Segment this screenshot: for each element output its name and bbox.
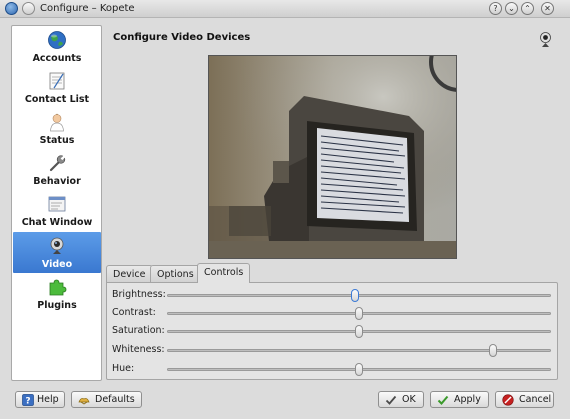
sidebar-item-contact-list[interactable]: Contact List: [13, 67, 101, 108]
title-bar: Configure – Kopete ? ⌄ ⌃ ✕: [0, 0, 570, 18]
sidebar-item-video[interactable]: Video: [13, 232, 101, 273]
brightness-slider[interactable]: [351, 289, 360, 302]
apply-button-label: Apply: [454, 394, 481, 405]
cancel-button[interactable]: Cancel: [495, 391, 554, 408]
kopete-app-icon[interactable]: [5, 2, 18, 15]
sidebar-item-label: Behavior: [33, 176, 81, 187]
contrast-label: Contrast:: [112, 307, 156, 318]
chat-window-icon: [48, 196, 66, 212]
brightness-label: Brightness:: [112, 289, 166, 300]
tab-controls[interactable]: Controls: [197, 263, 251, 283]
check-icon: [385, 395, 397, 405]
webcam-icon: [540, 32, 551, 47]
saturation-slider[interactable]: [355, 325, 363, 338]
tab-label: Device: [113, 269, 146, 280]
brightness-row: Brightness:: [107, 286, 557, 304]
ok-button-label: OK: [402, 394, 416, 405]
cancel-button-label: Cancel: [519, 394, 552, 405]
whiteness-slider[interactable]: [489, 344, 498, 357]
tab-label: Options: [157, 269, 194, 280]
defaults-button-label: Defaults: [95, 394, 135, 405]
hue-slider[interactable]: [355, 363, 363, 376]
ok-button[interactable]: OK: [378, 391, 424, 408]
cancel-icon: [502, 394, 514, 406]
sidebar-item-label: Accounts: [32, 53, 82, 64]
check-icon: [437, 395, 449, 405]
contrast-row: Contrast:: [107, 304, 557, 322]
sidebar-item-label: Video: [41, 259, 73, 270]
close-button[interactable]: ✕: [541, 2, 554, 15]
tab-options[interactable]: Options: [150, 265, 201, 282]
minimize-button[interactable]: ⌄: [505, 2, 518, 15]
apply-button[interactable]: Apply: [430, 391, 489, 408]
sidebar-item-plugins[interactable]: Plugins: [13, 273, 101, 314]
wrench-icon: [49, 155, 66, 172]
sidebar: Accounts Contact List Status Behavior Ch…: [11, 25, 102, 381]
help-icon: ?: [22, 394, 34, 406]
hue-row: Hue:: [107, 360, 557, 378]
hue-label: Hue:: [112, 363, 135, 374]
tab-label: Controls: [204, 267, 244, 278]
sidebar-item-accounts[interactable]: Accounts: [13, 26, 101, 67]
window-menu-button[interactable]: [22, 2, 35, 15]
controls-panel: Brightness: Contrast: Saturation: Whiten…: [106, 282, 558, 380]
sidebar-item-chat-window[interactable]: Chat Window: [13, 190, 101, 231]
maximize-button[interactable]: ⌃: [521, 2, 534, 15]
sidebar-item-label: Plugins: [37, 300, 77, 311]
whiteness-row: Whiteness:: [107, 341, 557, 359]
help-button[interactable]: ? Help: [15, 391, 65, 408]
person-icon: [50, 113, 64, 132]
help-button-label: Help: [37, 394, 59, 405]
window-title: Configure – Kopete: [40, 3, 135, 14]
webcam-icon: [50, 237, 64, 254]
sidebar-item-status[interactable]: Status: [13, 108, 101, 149]
saturation-row: Saturation:: [107, 322, 557, 340]
video-preview: [208, 55, 457, 259]
puzzle-icon: [49, 279, 67, 296]
sidebar-item-label: Chat Window: [21, 217, 93, 228]
whiteness-label: Whiteness:: [112, 344, 165, 355]
page-title: Configure Video Devices: [113, 32, 251, 43]
video-preview-image: [209, 56, 456, 258]
defaults-icon: [78, 398, 90, 405]
contact-list-icon: [49, 72, 65, 90]
help-title-button[interactable]: ?: [489, 2, 502, 15]
sidebar-item-label: Contact List: [24, 94, 90, 105]
tab-device[interactable]: Device: [106, 265, 153, 282]
contrast-slider[interactable]: [355, 307, 363, 320]
globe-icon: [48, 31, 66, 49]
sidebar-item-behavior[interactable]: Behavior: [13, 149, 101, 190]
defaults-button[interactable]: Defaults: [71, 391, 142, 408]
sidebar-item-label: Status: [39, 135, 75, 146]
svg-text:?: ?: [25, 397, 30, 407]
saturation-label: Saturation:: [112, 325, 165, 336]
